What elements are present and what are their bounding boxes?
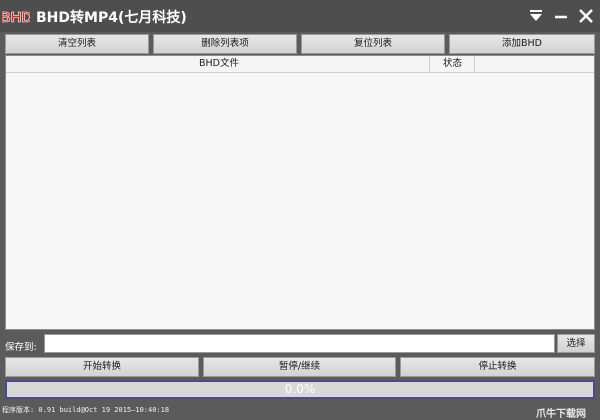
minimize-button[interactable] (551, 6, 571, 26)
dropdown-arrow-icon (530, 10, 542, 21)
browse-button[interactable]: 选择 (557, 334, 595, 353)
close-icon (579, 9, 593, 23)
pause-resume-button[interactable]: 暂停/继续 (203, 357, 396, 377)
column-header-status[interactable]: 状态 (431, 56, 475, 73)
version-info: 程序版本: 0.91 build@Oct 19 2015—10:40:18 (2, 406, 170, 414)
logo-text: BHD (2, 9, 30, 26)
column-header-extra[interactable] (476, 56, 592, 73)
list-header: BHD文件 状态 (6, 56, 594, 73)
progress-text: 0.0% (284, 382, 316, 396)
column-header-file[interactable]: BHD文件 (9, 56, 430, 73)
watermark: 爪牛下载网 (536, 409, 586, 420)
close-button[interactable] (576, 6, 596, 26)
progress-bar: 0.0% (5, 380, 595, 399)
start-convert-button[interactable]: 开始转换 (5, 357, 199, 377)
main-window: BHD BHD转MP4(七月科技) 清空列表 删除列表项 复位列表 添加BHD … (0, 0, 600, 420)
minimize-icon (555, 15, 567, 19)
stop-convert-button[interactable]: 停止转换 (400, 357, 595, 377)
save-to-label: 保存到: (5, 342, 37, 353)
dropdown-menu-button[interactable] (526, 6, 546, 26)
add-bhd-button[interactable]: 添加BHD (449, 34, 595, 54)
file-list[interactable]: BHD文件 状态 (5, 55, 595, 330)
delete-list-items-button[interactable]: 删除列表项 (153, 34, 297, 54)
reset-list-button[interactable]: 复位列表 (301, 34, 445, 54)
window-title: BHD转MP4(七月科技) (36, 10, 187, 26)
title-bar[interactable]: BHD BHD转MP4(七月科技) (0, 0, 600, 32)
app-logo: BHD (2, 4, 30, 28)
clear-list-button[interactable]: 清空列表 (5, 34, 149, 54)
save-path-input[interactable] (44, 334, 555, 353)
